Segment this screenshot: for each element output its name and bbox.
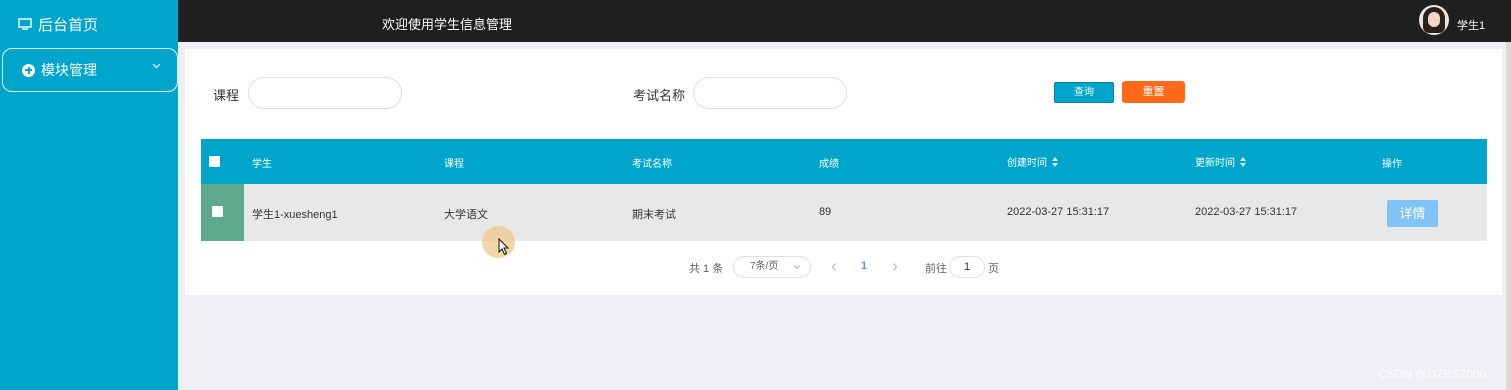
- cell-student: 学生1-xuesheng1: [252, 209, 338, 221]
- course-label: 课程: [213, 88, 240, 103]
- cell-exam-name: 期末考试: [632, 209, 676, 221]
- watermark: CSDN @DZBS2000: [1378, 367, 1487, 381]
- username[interactable]: 学生1: [1457, 17, 1485, 33]
- row-checkbox[interactable]: [212, 206, 223, 217]
- mouse-pointer-icon: [498, 238, 510, 256]
- query-button[interactable]: 查询: [1054, 82, 1114, 103]
- cell-course: 大学语文: [444, 209, 488, 221]
- cell-created-time: 2022-03-27 15:31:17: [1007, 206, 1110, 218]
- avatar[interactable]: [1419, 5, 1449, 35]
- plus-circle-icon: [22, 63, 35, 77]
- sort-icon[interactable]: [1052, 156, 1059, 167]
- exam-name-input[interactable]: [693, 77, 847, 109]
- column-header-label: 操作: [1382, 159, 1402, 170]
- sidebar-item-module-management[interactable]: 模块管理: [2, 48, 178, 92]
- prev-page-icon[interactable]: [831, 263, 837, 271]
- select-all-checkbox[interactable]: [209, 156, 220, 167]
- page-size-value: 7条/页: [750, 261, 779, 272]
- column-header-updated-time[interactable]: 更新时间: [1195, 154, 1247, 169]
- column-header-label: 更新时间: [1195, 158, 1235, 169]
- goto-page-input[interactable]: 1: [949, 256, 985, 278]
- table-header: 学生 课程 考试名称 成绩 创建时间 更新时间 操作: [201, 139, 1487, 184]
- page-size-select[interactable]: 7条/页: [733, 256, 811, 278]
- scrollbar[interactable]: [1506, 42, 1511, 390]
- sort-icon[interactable]: [1240, 156, 1247, 167]
- column-header-label: 成绩: [819, 159, 839, 170]
- pagination-total: 共 1 条: [689, 263, 724, 275]
- sidebar: 后台首页 模块管理: [0, 0, 178, 390]
- sidebar-item-home[interactable]: 后台首页: [18, 13, 98, 35]
- cell-score: 89: [819, 206, 832, 218]
- column-header-exam-name: 考试名称: [632, 155, 672, 170]
- top-bar: 欢迎使用学生信息管理 学生1: [178, 0, 1511, 42]
- column-header-label: 考试名称: [632, 159, 672, 170]
- page-suffix-label: 页: [988, 263, 999, 275]
- page-title: 欢迎使用学生信息管理: [382, 17, 513, 32]
- exam-name-label: 考试名称: [633, 88, 686, 103]
- cell-updated-time: 2022-03-27 15:31:17: [1195, 206, 1298, 218]
- table-row: 学生1-xuesheng1 大学语文 期末考试 89 2022-03-27 15…: [201, 184, 1487, 241]
- detail-button[interactable]: 详情: [1387, 200, 1438, 227]
- page-number-current[interactable]: 1: [861, 260, 867, 272]
- row-checkbox-cell: [201, 184, 244, 241]
- monitor-icon: [18, 18, 32, 30]
- chevron-down-icon: [794, 265, 800, 270]
- goto-label: 前往: [925, 263, 947, 275]
- next-page-icon[interactable]: [892, 263, 898, 271]
- chevron-down-icon[interactable]: [152, 61, 161, 70]
- reset-button[interactable]: 重置: [1122, 81, 1185, 103]
- column-header-created-time[interactable]: 创建时间: [1007, 154, 1059, 169]
- column-header-actions: 操作: [1382, 155, 1402, 170]
- course-input[interactable]: [248, 77, 402, 109]
- column-header-score: 成绩: [819, 155, 839, 170]
- avatar-face: [1428, 12, 1440, 27]
- column-header-course: 课程: [444, 155, 464, 170]
- column-header-student: 学生: [252, 155, 272, 170]
- column-header-label: 课程: [444, 159, 464, 170]
- sidebar-item-label: 模块管理: [41, 62, 97, 78]
- column-header-label: 学生: [252, 159, 272, 170]
- sidebar-item-label: 后台首页: [38, 16, 99, 34]
- column-header-label: 创建时间: [1007, 158, 1047, 169]
